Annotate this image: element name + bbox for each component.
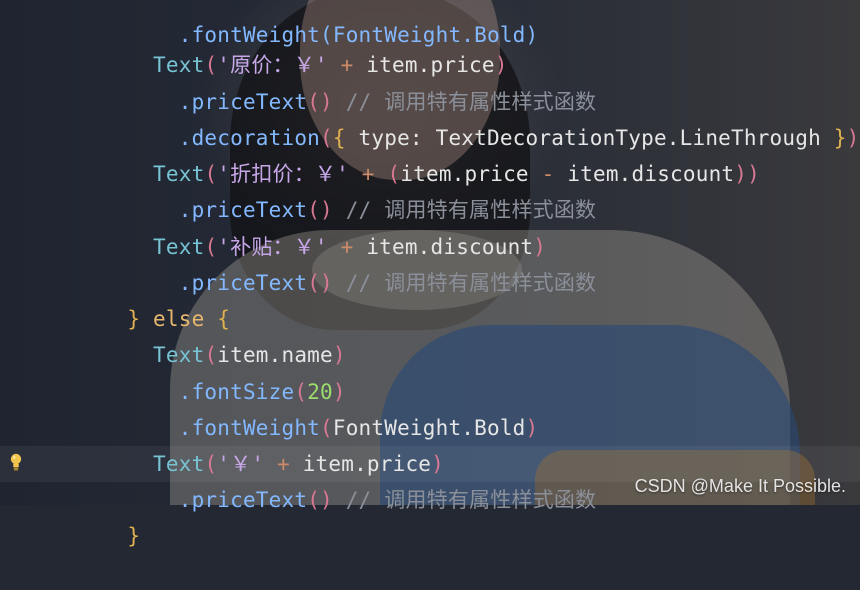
code-line: .decoration({ type: TextDecorationType.L… [76, 84, 860, 150]
code-line: Text('折扣价：￥' + (item.price - item.discou… [76, 120, 860, 186]
code-line: } else { [76, 265, 860, 331]
code-line: Text(item.name) [76, 301, 860, 367]
code-line: Text('￥' + item.price) [76, 410, 860, 476]
code-line: .priceText() // 调用特有属性样式函数 [76, 156, 860, 222]
code-line: .fontWeight(FontWeight.Bold) [76, 374, 860, 440]
code-line: .fontSize(20) [76, 338, 860, 404]
code-line: .priceText() // 调用特有属性样式函数 [76, 48, 860, 114]
watermark-text: CSDN @Make It Possible. [634, 476, 846, 496]
code-editor[interactable]: .fontWeight(FontWeight.Bold) Text('原价：￥'… [0, 0, 860, 548]
code-line: .priceText() // 调用特有属性样式函数 [76, 229, 860, 295]
code-line: Text('补贴：￥' + item.discount) [76, 193, 860, 259]
code-line: Text('原价：￥' + item.price) [76, 11, 860, 77]
code-token: } [127, 524, 141, 548]
lightbulb-icon[interactable] [8, 452, 24, 472]
